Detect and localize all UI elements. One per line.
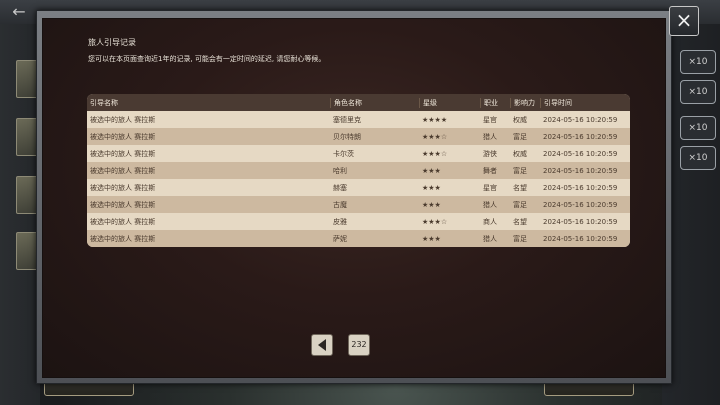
header-job: 职业	[480, 97, 510, 108]
cell-star-level: ★★★	[422, 166, 441, 175]
cell-guide-name: 被选中的旅人 赛拉斯	[90, 115, 156, 124]
cell-influence: 富足	[513, 200, 527, 209]
cell-job: 游侠	[483, 149, 497, 158]
cell-star-level: ★★★☆	[422, 149, 448, 158]
table-row: 被选中的旅人 赛拉斯 塞德里克 ★★★★ 星官 权威 2024-05-16 10:20:5…	[87, 111, 630, 128]
cell-influence: 权威	[513, 149, 527, 158]
close-button[interactable]: ×	[669, 6, 699, 36]
cell-character-name: 赫塞	[333, 183, 347, 192]
cell-guide-time: 2024-05-16 10:20:59	[543, 132, 618, 141]
cell-character-name: 哈利	[333, 166, 347, 175]
cell-star-level: ★★★★	[422, 115, 448, 124]
table-row: 被选中的旅人 赛拉斯 萨妮 ★★★ 猎人 富足 2024-05-16 10:20:59	[87, 230, 630, 247]
cell-guide-name: 被选中的旅人 赛拉斯	[90, 149, 156, 158]
header-guide-time: 引导时间	[540, 97, 630, 108]
cell-star-level: ★★★☆	[422, 217, 448, 226]
table-row: 被选中的旅人 赛拉斯 古魔 ★★★ 猎人 富足 2024-05-16 10:20:59	[87, 196, 630, 213]
cell-job: 舞者	[483, 166, 497, 175]
cell-character-name: 卡尔茨	[333, 149, 354, 158]
cell-job: 星官	[483, 183, 497, 192]
cell-guide-time: 2024-05-16 10:20:59	[543, 149, 618, 158]
back-arrow-icon[interactable]: ←	[6, 3, 32, 21]
guide-record-table: 引导名称 角色名称 星级 职业 影响力 引导时间 被选中的旅人 赛拉斯 塞德里克 ★…	[87, 94, 630, 247]
cell-influence: 富足	[513, 166, 527, 175]
side-chip[interactable]: ×10	[680, 146, 716, 170]
cell-influence: 名望	[513, 217, 527, 226]
cell-character-name: 皮雅	[333, 217, 347, 226]
table-row: 被选中的旅人 赛拉斯 皮雅 ★★★☆ 商人 名望 2024-05-16 10:20:59	[87, 213, 630, 230]
header-star-level: 星级	[419, 97, 480, 108]
table-row: 被选中的旅人 赛拉斯 赫塞 ★★★ 星官 名望 2024-05-16 10:20:59	[87, 179, 630, 196]
cell-guide-time: 2024-05-16 10:20:59	[543, 234, 618, 243]
header-influence: 影响力	[510, 97, 540, 108]
cell-guide-time: 2024-05-16 10:20:59	[543, 217, 618, 226]
cell-guide-name: 被选中的旅人 赛拉斯	[90, 200, 156, 209]
modal-title: 旅人引导记录	[88, 38, 136, 47]
header-guide-name: 引导名称	[90, 98, 118, 107]
table-row: 被选中的旅人 赛拉斯 卡尔茨 ★★★☆ 游侠 权威 2024-05-16 10:20:59	[87, 145, 630, 162]
cell-influence: 名望	[513, 183, 527, 192]
cell-guide-name: 被选中的旅人 赛拉斯	[90, 234, 156, 243]
cell-guide-name: 被选中的旅人 赛拉斯	[90, 217, 156, 226]
cell-character-name: 塞德里克	[333, 115, 361, 124]
cell-job: 星官	[483, 115, 497, 124]
cell-guide-time: 2024-05-16 10:20:59	[543, 115, 618, 124]
cell-star-level: ★★★	[422, 200, 441, 209]
cell-guide-name: 被选中的旅人 赛拉斯	[90, 132, 156, 141]
close-icon: ×	[675, 8, 693, 32]
cell-star-level: ★★★	[422, 234, 441, 243]
cell-character-name: 萨妮	[333, 234, 347, 243]
cell-star-level: ★★★	[422, 183, 441, 192]
cell-influence: 权威	[513, 115, 527, 124]
cell-guide-time: 2024-05-16 10:20:59	[543, 183, 618, 192]
page-number: 232	[348, 334, 370, 356]
cell-guide-time: 2024-05-16 10:20:59	[543, 200, 618, 209]
header-character-name: 角色名称	[330, 97, 419, 108]
table-row: 被选中的旅人 赛拉斯 哈利 ★★★ 舞者 富足 2024-05-16 10:20:59	[87, 162, 630, 179]
cell-influence: 富足	[513, 234, 527, 243]
table-header: 引导名称 角色名称 星级 职业 影响力 引导时间	[87, 94, 630, 111]
side-chip[interactable]: ×10	[680, 116, 716, 140]
chevron-left-icon	[318, 339, 326, 351]
side-chip[interactable]: ×10	[680, 80, 716, 104]
cell-job: 猎人	[483, 234, 497, 243]
modal-subtitle: 您可以在本页面查询近1年的记录, 可能会有一定时间的延迟, 请您耐心等候。	[88, 55, 326, 63]
cell-job: 商人	[483, 217, 497, 226]
cell-guide-name: 被选中的旅人 赛拉斯	[90, 183, 156, 192]
side-chip[interactable]: ×10	[680, 50, 716, 74]
cell-guide-time: 2024-05-16 10:20:59	[543, 166, 618, 175]
prev-page-button[interactable]	[311, 334, 333, 356]
cell-influence: 富足	[513, 132, 527, 141]
table-row: 被选中的旅人 赛拉斯 贝尔特朗 ★★★☆ 猎人 富足 2024-05-16 10:20:5…	[87, 128, 630, 145]
cell-guide-name: 被选中的旅人 赛拉斯	[90, 166, 156, 175]
cell-character-name: 古魔	[333, 200, 347, 209]
cell-star-level: ★★★☆	[422, 132, 448, 141]
cell-character-name: 贝尔特朗	[333, 132, 361, 141]
cell-job: 猎人	[483, 132, 497, 141]
cell-job: 猎人	[483, 200, 497, 209]
